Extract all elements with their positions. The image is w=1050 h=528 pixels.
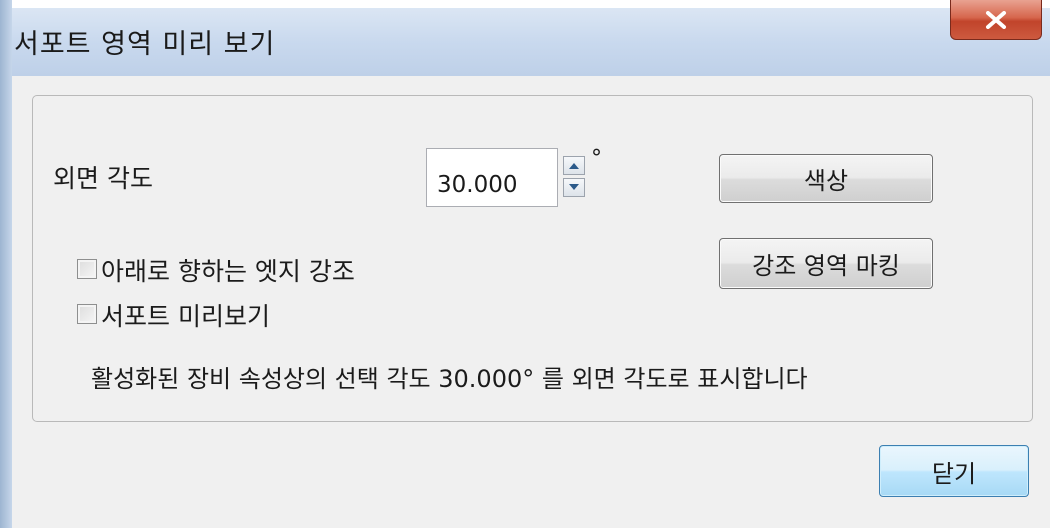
window-frame-left xyxy=(0,0,12,528)
close-icon xyxy=(986,10,1006,29)
title-bar[interactable]: 서포트 영역 미리 보기 xyxy=(0,0,1050,76)
window-title: 서포트 영역 미리 보기 xyxy=(14,29,276,60)
down-arrow-icon xyxy=(569,184,579,190)
dialog-window: 서포트 영역 미리 보기 외면 각도 ° 색상 강조 영역 xyxy=(0,0,1050,528)
close-window-button[interactable] xyxy=(950,0,1042,40)
angle-unit: ° xyxy=(591,146,602,171)
mark-highlight-area-button[interactable]: 강조 영역 마킹 xyxy=(719,238,933,289)
angle-spin-down-button[interactable] xyxy=(563,178,585,197)
info-text: 활성화된 장비 속성상의 선택 각도 30.000° 를 외면 각도로 표시합니… xyxy=(91,365,808,393)
settings-group: 외면 각도 ° 색상 강조 영역 마킹 아래로 향하는 엣지 강조 서포트 미리… xyxy=(32,95,1033,422)
color-button[interactable]: 색상 xyxy=(719,154,933,203)
close-button[interactable]: 닫기 xyxy=(879,445,1029,497)
support-preview-checkbox[interactable] xyxy=(77,304,97,324)
support-preview-label[interactable]: 서포트 미리보기 xyxy=(101,297,270,333)
dialog-client-area: 외면 각도 ° 색상 강조 영역 마킹 아래로 향하는 엣지 강조 서포트 미리… xyxy=(12,76,1050,528)
surface-angle-label: 외면 각도 xyxy=(53,164,153,193)
highlight-downward-edges-label[interactable]: 아래로 향하는 엣지 강조 xyxy=(101,252,355,288)
surface-angle-input[interactable] xyxy=(426,148,558,207)
title-bar-edge xyxy=(0,0,1050,8)
angle-spin-up-button[interactable] xyxy=(563,156,585,175)
up-arrow-icon xyxy=(569,163,579,169)
highlight-downward-edges-checkbox[interactable] xyxy=(77,259,97,279)
